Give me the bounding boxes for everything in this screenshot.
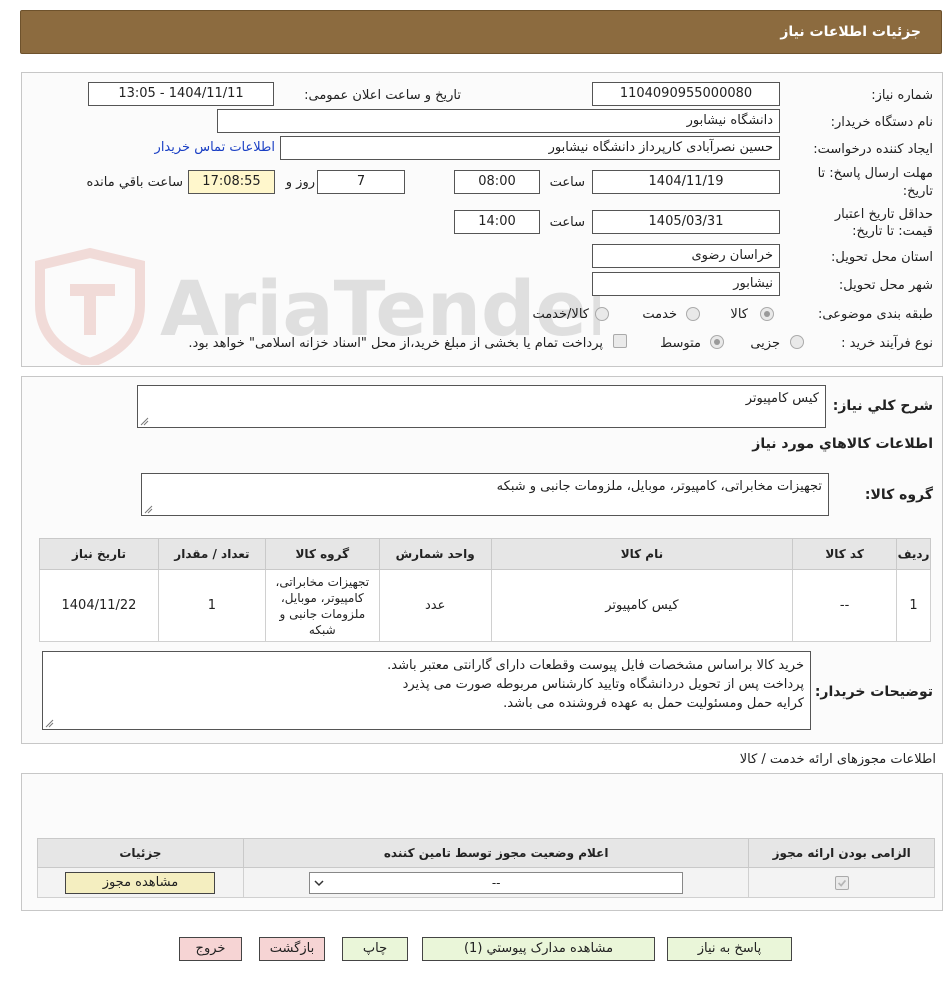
category-radio-goods-service[interactable] — [595, 307, 609, 321]
page-header: جزئیات اطلاعات نیاز — [20, 10, 942, 54]
deadline-label: مهلت ارسال پاسخ: تا — [817, 166, 933, 181]
resize-grip-icon[interactable] — [140, 417, 149, 426]
announce-field: 1404/11/11 - 13:05 — [88, 82, 274, 106]
category-label: طبقه بندی موضوعی: — [817, 307, 933, 322]
process-option-minor: جزیی — [750, 336, 780, 351]
process-radio-medium[interactable] — [710, 335, 724, 349]
permit-status-select[interactable]: -- — [309, 871, 684, 894]
cell-unit: عدد — [378, 569, 492, 642]
exit-button[interactable]: خروج — [179, 937, 242, 961]
need-number-field: 1104090955000080 — [592, 82, 780, 106]
remaining-label: ساعت باقي مانده — [86, 175, 183, 190]
buyer-note-line: پرداخت پس از تحویل دردانشگاه وتایید کارش… — [402, 677, 804, 692]
col-permit-status: اعلام وضعیت مجوز توسط تامین کننده — [242, 838, 750, 868]
reply-button[interactable]: پاسخ به نیاز — [667, 937, 792, 961]
treasury-payment-checkbox[interactable] — [613, 334, 627, 348]
permits-table: الزامی بودن ارائه مجوز اعلام وضعیت مجوز … — [37, 838, 935, 898]
col-permit-required: الزامی بودن ارائه مجوز — [748, 838, 935, 868]
city-label: شهر محل تحویل: — [838, 278, 933, 293]
summary-label: شرح کلي نياز: — [832, 398, 933, 414]
chevron-down-icon — [314, 879, 324, 886]
buyer-notes-textarea[interactable]: خرید کالا براساس مشخصات فایل پیوست وقطعا… — [42, 651, 811, 730]
cell-group: تجهیزات مخابراتی، کامپیوتر، موبایل، ملزو… — [264, 569, 380, 642]
category-option-goods-service: کالا/خدمت — [532, 307, 589, 322]
province-label: استان محل تحویل: — [831, 250, 933, 265]
cell-permit-details: مشاهده مجوز — [37, 867, 244, 898]
items-table-header: ردیف کد کالا نام کالا واحد شمارش گروه کا… — [39, 538, 931, 570]
col-date: تاریخ نیاز — [39, 538, 159, 570]
category-option-goods: کالا — [730, 307, 748, 322]
cell-qty: 1 — [157, 569, 266, 642]
announce-label: تاریخ و ساعت اعلان عمومی: — [304, 88, 461, 103]
summary-text: کیس کامپیوتر — [745, 391, 819, 406]
items-table: ردیف کد کالا نام کالا واحد شمارش گروه کا… — [39, 538, 931, 642]
print-button[interactable]: چاپ — [342, 937, 408, 961]
goods-group-label: گروه کالا: — [864, 487, 933, 503]
deadline-time-label: ساعت — [549, 175, 585, 190]
cell-code: -- — [792, 569, 898, 642]
cell-permit-status: -- — [242, 867, 750, 898]
treasury-payment-note: پرداخت تمام یا بخشی از مبلغ خرید،از محل … — [188, 336, 603, 351]
col-permit-details: جزئیات — [37, 838, 244, 868]
deadline-time-field: 08:00 — [454, 170, 540, 194]
city-field: نیشابور — [592, 272, 780, 296]
goods-info-title: اطلاعات کالاهاي مورد نياز — [752, 436, 933, 452]
cell-date: 1404/11/22 — [39, 569, 159, 642]
buyer-note-line: کرایه حمل ومسئولیت حمل به عهده فروشنده م… — [503, 696, 804, 711]
creator-field: حسین نصرآبادی کارپرداز دانشگاه نیشابور — [280, 136, 780, 160]
cell-permit-required — [748, 867, 935, 898]
creator-label: ایجاد کننده درخواست: — [813, 142, 933, 157]
cell-name: کیس کامپیوتر — [490, 569, 794, 642]
permits-table-header: الزامی بودن ارائه مجوز اعلام وضعیت مجوز … — [37, 838, 935, 868]
check-icon — [837, 879, 846, 887]
deadline-date-field: 1404/11/19 — [592, 170, 780, 194]
col-code: کد کالا — [792, 538, 898, 570]
process-option-medium: متوسط — [660, 336, 701, 351]
resize-grip-icon[interactable] — [144, 505, 153, 514]
validity-time-label: ساعت — [549, 215, 585, 230]
province-field: خراسان رضوی — [592, 244, 780, 268]
summary-textarea[interactable]: کیس کامپیوتر — [137, 385, 826, 428]
table-row: 1 -- کیس کامپیوتر عدد تجهیزات مخابراتی، … — [39, 569, 931, 642]
buyer-org-label: نام دستگاه خریدار: — [830, 115, 933, 130]
page-title: جزئیات اطلاعات نیاز — [780, 24, 921, 40]
category-radio-goods[interactable] — [760, 307, 774, 321]
permit-status-value: -- — [491, 875, 501, 890]
category-radio-service[interactable] — [686, 307, 700, 321]
validity-time-field: 14:00 — [454, 210, 540, 234]
process-type-label: نوع فرآیند خرید : — [841, 336, 933, 351]
view-permit-button[interactable]: مشاهده مجوز — [65, 871, 216, 894]
validity-label: حداقل تاریخ اعتبار — [834, 207, 933, 222]
permit-required-checkbox[interactable] — [834, 875, 849, 890]
cell-row: 1 — [896, 569, 931, 642]
deadline-label-date: تاریخ: — [902, 184, 933, 199]
col-unit: واحد شمارش — [378, 538, 492, 570]
buyer-notes-label: توضیحات خریدار: — [814, 684, 933, 700]
col-qty: تعداد / مقدار — [157, 538, 266, 570]
buyer-note-line: خرید کالا براساس مشخصات فایل پیوست وقطعا… — [387, 658, 804, 673]
validity-date-field: 1405/03/31 — [592, 210, 780, 234]
resize-grip-icon[interactable] — [45, 719, 54, 728]
col-row: ردیف — [896, 538, 931, 570]
need-number-label: شماره نیاز: — [871, 88, 933, 103]
buyer-contact-link[interactable]: اطلاعات تماس خریدار — [155, 140, 275, 155]
validity-label-date: قیمت: تا تاریخ: — [852, 224, 933, 239]
process-radio-minor[interactable] — [790, 335, 804, 349]
goods-group-textarea[interactable]: تجهیزات مخابراتی، کامپیوتر، موبایل، ملزو… — [141, 473, 829, 516]
back-button[interactable]: بازگشت — [259, 937, 325, 961]
col-name: نام کالا — [490, 538, 794, 570]
days-field: 7 — [317, 170, 405, 194]
table-row: -- مشاهده مجوز — [37, 867, 935, 898]
goods-group-text: تجهیزات مخابراتی، کامپیوتر، موبایل، ملزو… — [496, 479, 822, 494]
attachments-button[interactable]: مشاهده مدارک پیوستي (1) — [422, 937, 655, 961]
days-label: روز و — [285, 175, 315, 190]
remaining-time-field: 17:08:55 — [188, 170, 275, 194]
permits-title: اطلاعات مجوزهای ارائه خدمت / کالا — [739, 752, 936, 767]
category-option-service: خدمت — [642, 307, 677, 322]
col-group: گروه کالا — [264, 538, 380, 570]
buyer-org-field: دانشگاه نیشابور — [217, 109, 780, 133]
